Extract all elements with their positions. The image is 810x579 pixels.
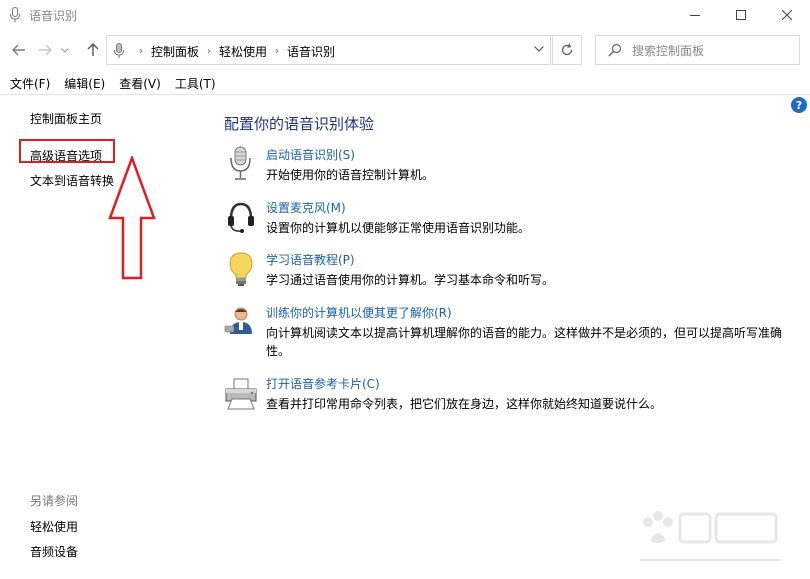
- task-description: 学习通过语音使用你的计算机。学习基本命令和听写。: [266, 273, 555, 287]
- lightbulb-icon: [229, 252, 253, 286]
- search-icon: [608, 43, 622, 57]
- window-title: 语音识别: [29, 9, 78, 23]
- refresh-button[interactable]: [552, 35, 582, 65]
- link-reference-card[interactable]: 打开语音参考卡片(C): [266, 375, 380, 392]
- help-icon[interactable]: ?: [791, 97, 807, 113]
- search-input[interactable]: [632, 41, 792, 61]
- menu-view[interactable]: 查看(V): [119, 75, 161, 92]
- link-ease-of-access[interactable]: 轻松使用: [30, 518, 78, 535]
- minimize-icon: [690, 15, 700, 16]
- task-description: 向计算机阅读文本以提高计算机理解你的语音的能力。这样做并不是必须的，但可以提高听…: [266, 326, 783, 358]
- microphone-icon: [114, 43, 124, 58]
- microphone-icon: [230, 146, 251, 180]
- breadcrumb-speech-recognition[interactable]: 语音识别: [287, 43, 335, 60]
- link-advanced-speech-options[interactable]: 高级语音选项: [30, 147, 102, 164]
- chevron-right-icon[interactable]: ›: [275, 46, 279, 57]
- left-navigation: 控制面板主页 高级语音选项 文本到语音转换 另请参阅 轻松使用 音频设备: [0, 96, 200, 579]
- up-button[interactable]: [82, 39, 104, 61]
- forward-button[interactable]: [34, 39, 56, 61]
- maximize-button[interactable]: [718, 0, 764, 30]
- title-bar: 语音识别: [0, 0, 810, 30]
- task-description: 查看并打印常用命令列表，把它们放在身边，这样你就始终知道要说什么。: [266, 397, 663, 411]
- breadcrumb: › 控制面板 › 轻松使用 › 语音识别: [131, 43, 335, 60]
- arrow-up-icon: [87, 43, 99, 56]
- see-also-heading: 另请参阅: [30, 494, 79, 508]
- address-bar[interactable]: › 控制面板 › 轻松使用 › 语音识别: [106, 35, 551, 65]
- search-box[interactable]: [595, 35, 800, 65]
- maximize-icon: [736, 10, 746, 20]
- link-text-to-speech[interactable]: 文本到语音转换: [30, 172, 114, 189]
- microphone-icon: [10, 7, 20, 22]
- user-train-icon: [224, 307, 252, 334]
- close-button[interactable]: [764, 0, 810, 30]
- page-title: 配置你的语音识别体验: [224, 115, 375, 133]
- link-speech-tutorial[interactable]: 学习语音教程(P): [266, 251, 355, 268]
- breadcrumb-control-panel[interactable]: 控制面板: [151, 43, 199, 60]
- navigation-bar: › 控制面板 › 轻松使用 › 语音识别: [0, 31, 810, 69]
- chevron-right-icon: ›: [139, 46, 143, 57]
- chevron-down-icon: [534, 46, 544, 52]
- arrow-right-icon: [39, 44, 52, 56]
- link-control-panel-home[interactable]: 控制面板主页: [30, 110, 102, 127]
- watermark-logo: [640, 511, 780, 561]
- address-dropdown-button[interactable]: [534, 44, 544, 55]
- red-arrow-annotation: [108, 156, 156, 280]
- arrow-left-icon: [12, 44, 25, 56]
- printer-icon: [225, 378, 257, 410]
- menu-tools[interactable]: 工具(T): [175, 75, 216, 92]
- close-icon: [782, 10, 792, 20]
- minimize-button[interactable]: [672, 0, 718, 30]
- recent-locations-button[interactable]: [58, 39, 72, 61]
- link-train-computer[interactable]: 训练你的计算机以便其更了解你(R): [266, 304, 452, 321]
- chevron-down-icon: [61, 47, 69, 53]
- chevron-right-icon[interactable]: ›: [207, 46, 211, 57]
- task-description: 开始使用你的语音控制计算机。: [266, 168, 435, 182]
- breadcrumb-ease-of-access[interactable]: 轻松使用: [219, 43, 267, 60]
- task-description: 设置你的计算机以便能够正常使用语音识别功能。: [266, 221, 531, 235]
- back-button[interactable]: [8, 39, 30, 61]
- link-setup-microphone[interactable]: 设置麦克风(M): [266, 199, 346, 216]
- headset-icon: [228, 202, 254, 233]
- link-audio-devices[interactable]: 音频设备: [30, 543, 78, 560]
- menu-file[interactable]: 文件(F): [10, 75, 50, 92]
- menu-bar: 文件(F) 编辑(E) 查看(V) 工具(T): [0, 73, 810, 95]
- link-start-speech-recognition[interactable]: 启动语音识别(S): [266, 146, 355, 163]
- refresh-icon: [561, 43, 573, 56]
- menu-edit[interactable]: 编辑(E): [64, 75, 105, 92]
